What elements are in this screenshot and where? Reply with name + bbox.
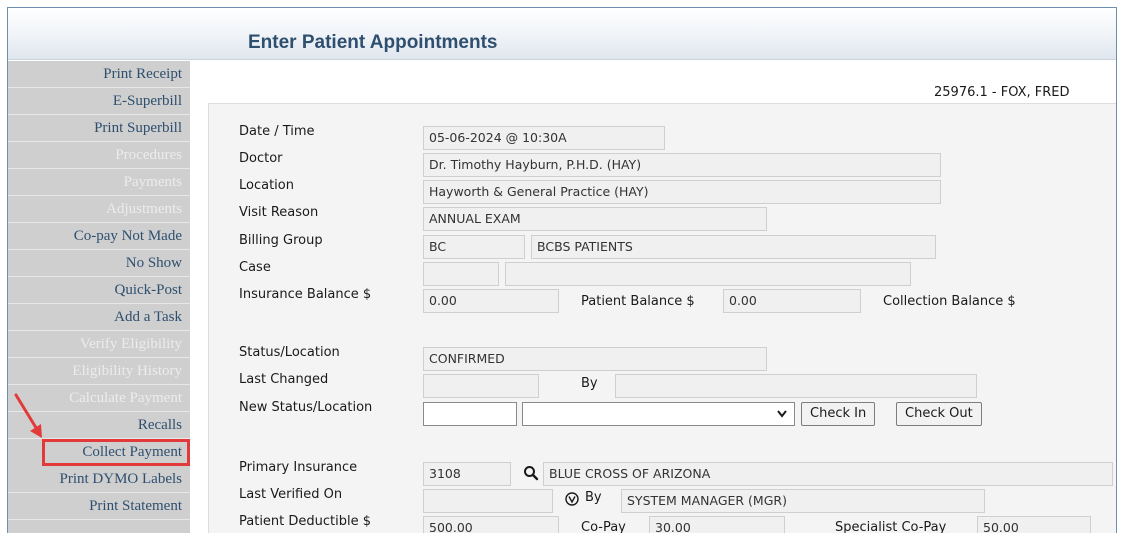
primary-insurance-code[interactable]: 3108 <box>423 462 511 486</box>
sidebar-item-payments: Payments <box>8 169 190 196</box>
last-verified-by-field: SYSTEM MANAGER (MGR) <box>621 489 985 513</box>
last-changed-label: Last Changed <box>239 372 329 387</box>
sidebar-item-no-show[interactable]: No Show <box>8 250 190 277</box>
date-time-label: Date / Time <box>239 124 315 139</box>
case-code[interactable] <box>423 262 499 286</box>
location-label: Location <box>239 178 294 193</box>
patient-deductible-label: Patient Deductible $ <box>239 514 372 529</box>
sidebar-item-quick-post[interactable]: Quick-Post <box>8 277 190 304</box>
sidebar-item-eligibility-history: Eligibility History <box>8 358 190 385</box>
case-name[interactable] <box>505 262 911 286</box>
visit-reason-field[interactable]: ANNUAL EXAM <box>423 207 767 231</box>
date-time-field[interactable]: 05-06-2024 @ 10:30A <box>423 126 665 150</box>
doctor-label: Doctor <box>239 151 283 166</box>
verified-icon <box>565 492 579 506</box>
patient-balance-field: 0.00 <box>723 289 861 313</box>
sidebar-item-add-task[interactable]: Add a Task <box>8 304 190 331</box>
new-status-code-input[interactable] <box>423 402 517 426</box>
new-status-label: New Status/Location <box>239 400 373 415</box>
location-field[interactable]: Hayworth & General Practice (HAY) <box>423 180 941 204</box>
case-label: Case <box>239 260 271 275</box>
insurance-balance-field: 0.00 <box>423 289 559 313</box>
status-location-label: Status/Location <box>239 345 340 360</box>
appointment-form: Date / Time 05-06-2024 @ 10:30A Doctor D… <box>208 103 1116 533</box>
last-verified-by-label: By <box>585 490 602 505</box>
sidebar-item-copay-not-made[interactable]: Co-pay Not Made <box>8 223 190 250</box>
check-in-button[interactable]: Check In <box>801 402 876 426</box>
billing-group-name[interactable]: BCBS PATIENTS <box>531 235 936 259</box>
check-out-button[interactable]: Check Out <box>896 402 982 426</box>
copay-field[interactable]: 30.00 <box>649 516 785 533</box>
new-status-select[interactable] <box>522 402 795 426</box>
sidebar-item-adjustments: Adjustments <box>8 196 190 223</box>
status-location-field: CONFIRMED <box>423 347 767 371</box>
billing-group-code[interactable]: BC <box>423 235 525 259</box>
sidebar-item-collect-payment[interactable]: Collect Payment <box>42 439 190 466</box>
last-verified-label: Last Verified On <box>239 487 343 502</box>
patient-id-name: 25976.1 - FOX, FRED <box>934 85 1070 100</box>
specialist-copay-label: Specialist Co-Pay <box>835 520 947 533</box>
sidebar-item-verify-eligibility: Verify Eligibility <box>8 331 190 358</box>
sidebar-item-print-superbill[interactable]: Print Superbill <box>8 115 190 142</box>
chevron-down-icon <box>777 410 787 418</box>
sidebar-item-e-superbill[interactable]: E-Superbill <box>8 88 190 115</box>
visit-reason-label: Visit Reason <box>239 205 319 220</box>
collection-balance-label: Collection Balance $ <box>883 294 1016 309</box>
last-changed-by-field <box>615 374 977 398</box>
insurance-balance-label: Insurance Balance $ <box>239 287 372 302</box>
specialist-copay-field[interactable]: 50.00 <box>977 516 1091 533</box>
patient-deductible-field[interactable]: 500.00 <box>423 516 559 533</box>
annotation-arrow-icon <box>14 393 42 438</box>
copay-label: Co-Pay <box>581 520 626 533</box>
sidebar-item-print-statement[interactable]: Print Statement <box>8 493 190 520</box>
sidebar-item-print-receipt[interactable]: Print Receipt <box>8 61 190 88</box>
content-area: 25976.1 - FOX, FRED Date / Time 05-06-20… <box>190 61 1116 533</box>
primary-insurance-name[interactable]: BLUE CROSS OF ARIZONA <box>543 462 1113 486</box>
app-window: Enter Patient Appointments Print Receipt… <box>7 7 1117 533</box>
last-verified-field <box>423 489 553 513</box>
page-title: Enter Patient Appointments <box>248 32 498 53</box>
sidebar: Print Receipt E-Superbill Print Superbil… <box>8 61 190 533</box>
last-changed-field <box>423 374 539 398</box>
doctor-field[interactable]: Dr. Timothy Hayburn, P.H.D. (HAY) <box>423 153 941 177</box>
last-changed-by-label: By <box>581 376 598 391</box>
search-icon[interactable] <box>523 465 539 481</box>
title-bar: Enter Patient Appointments <box>8 8 1116 60</box>
sidebar-item-print-dymo-labels[interactable]: Print DYMO Labels <box>8 466 190 493</box>
patient-balance-label: Patient Balance $ <box>581 294 695 309</box>
sidebar-item-procedures: Procedures <box>8 142 190 169</box>
billing-group-label: Billing Group <box>239 233 323 248</box>
primary-insurance-label: Primary Insurance <box>239 460 358 475</box>
